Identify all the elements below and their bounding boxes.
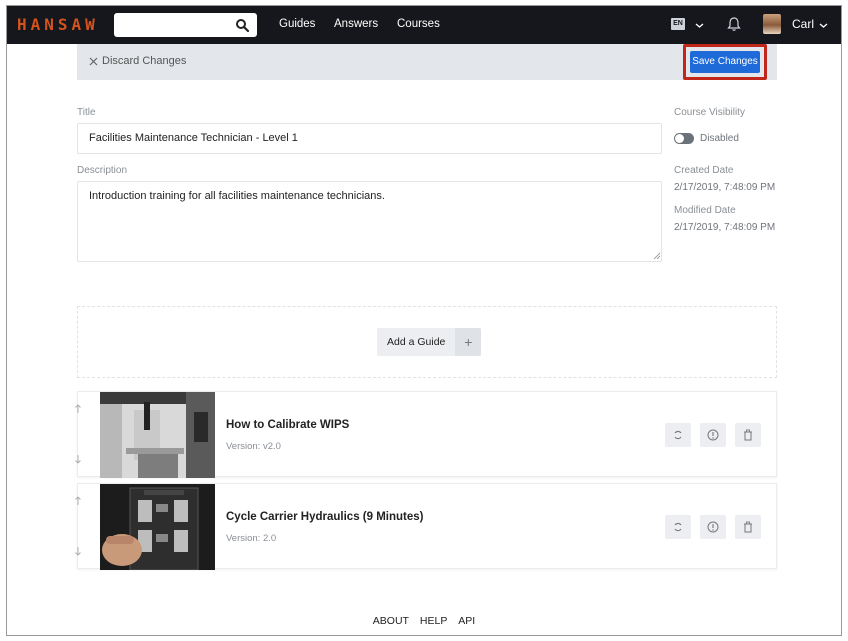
language-flag[interactable]: EN	[671, 18, 685, 30]
nav-link-courses[interactable]: Courses	[397, 18, 440, 30]
edit-action-bar: Discard Changes	[77, 44, 777, 80]
title-label: Title	[77, 107, 96, 118]
modified-date-label: Modified Date	[674, 205, 736, 216]
browser-viewport: HANSAW Guides Answers Courses EN Carl Di…	[6, 5, 842, 636]
guide-row: Cycle Carrier Hydraulics (9 Minutes) Ver…	[74, 483, 777, 570]
arrow-down-icon[interactable]	[74, 454, 82, 464]
footer-link-api[interactable]: API	[458, 615, 475, 627]
trash-icon	[744, 429, 752, 441]
arrow-up-icon[interactable]	[74, 496, 82, 506]
discard-changes-button[interactable]: Discard Changes	[89, 55, 186, 67]
modified-date-value: 2/17/2019, 7:48:09 PM	[674, 222, 776, 233]
logo[interactable]: HANSAW	[17, 15, 99, 34]
nav-link-guides[interactable]: Guides	[279, 18, 315, 30]
guide-title[interactable]: Cycle Carrier Hydraulics (9 Minutes)	[226, 511, 424, 523]
nav-link-answers[interactable]: Answers	[334, 18, 378, 30]
search-icon[interactable]	[235, 18, 249, 32]
delete-button[interactable]	[735, 423, 761, 447]
trash-icon	[744, 521, 752, 533]
user-name[interactable]: Carl	[792, 17, 814, 31]
plus-icon: +	[455, 328, 482, 356]
delete-button[interactable]	[735, 515, 761, 539]
add-guide-label: Add a Guide	[387, 336, 446, 348]
resize-handle-icon[interactable]	[653, 252, 660, 259]
description-field[interactable]: Introduction training for all facilities…	[77, 181, 662, 262]
footer-link-help[interactable]: HELP	[420, 615, 447, 627]
refresh-button[interactable]	[665, 515, 691, 539]
guide-version: Version: v2.0	[226, 441, 281, 452]
arrow-down-icon[interactable]	[74, 546, 82, 556]
guide-thumbnail[interactable]	[100, 484, 215, 570]
title-field[interactable]: Facilities Maintenance Technician - Leve…	[77, 123, 662, 154]
chevron-down-icon[interactable]	[819, 21, 828, 30]
guide-version: Version: 2.0	[226, 533, 277, 544]
info-icon	[707, 521, 719, 533]
arrow-up-icon[interactable]	[74, 404, 82, 414]
footer-link-about[interactable]: ABOUT	[373, 615, 409, 627]
created-date-label: Created Date	[674, 165, 734, 176]
info-button[interactable]	[700, 515, 726, 539]
discard-changes-label: Discard Changes	[102, 55, 187, 67]
add-guide-button[interactable]: Add a Guide +	[377, 328, 482, 356]
add-guide-dropzone: Add a Guide +	[77, 306, 777, 378]
bell-icon[interactable]	[727, 16, 741, 32]
visibility-toggle[interactable]	[674, 133, 694, 144]
save-changes-button[interactable]: Save Changes	[690, 51, 760, 73]
avatar[interactable]	[763, 14, 781, 34]
search-input[interactable]	[114, 13, 257, 37]
refresh-icon	[674, 522, 682, 532]
top-navbar: HANSAW Guides Answers Courses EN Carl	[7, 6, 841, 44]
chevron-down-icon[interactable]	[695, 21, 704, 30]
guide-title[interactable]: How to Calibrate WIPS	[226, 419, 349, 431]
close-icon	[89, 57, 98, 65]
created-date-value: 2/17/2019, 7:48:09 PM	[674, 182, 776, 193]
refresh-button[interactable]	[665, 423, 691, 447]
info-icon	[707, 429, 719, 441]
footer: ABOUT HELP API	[7, 615, 841, 627]
guide-row: How to Calibrate WIPS Version: v2.0	[74, 391, 777, 478]
guide-thumbnail[interactable]	[100, 392, 215, 478]
description-label: Description	[77, 165, 128, 176]
course-visibility-label: Course Visibility	[674, 107, 745, 118]
save-highlight: Save Changes	[683, 44, 767, 80]
visibility-state: Disabled	[700, 133, 739, 144]
info-button[interactable]	[700, 423, 726, 447]
refresh-icon	[674, 430, 682, 440]
